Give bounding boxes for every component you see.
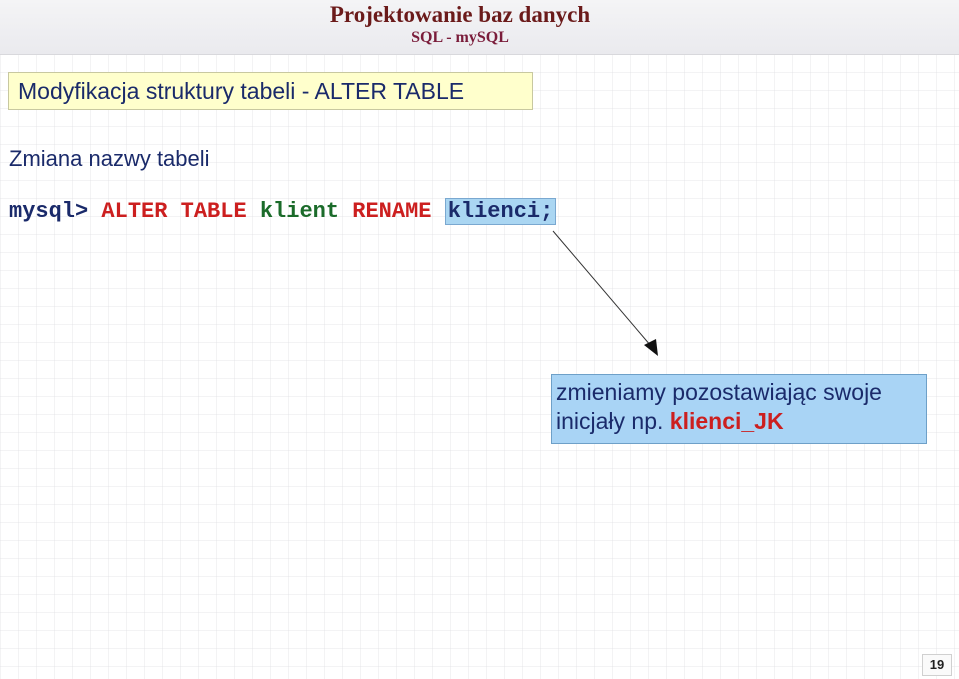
callout-arrow	[552, 230, 658, 356]
arrow-line	[552, 230, 652, 347]
note-example-name: klienci_JK	[669, 408, 784, 434]
page-number: 19	[922, 654, 952, 676]
note-callout: zmieniamy pozostawiając swoje inicjały n…	[551, 374, 927, 444]
arrow-head-icon	[644, 339, 658, 356]
